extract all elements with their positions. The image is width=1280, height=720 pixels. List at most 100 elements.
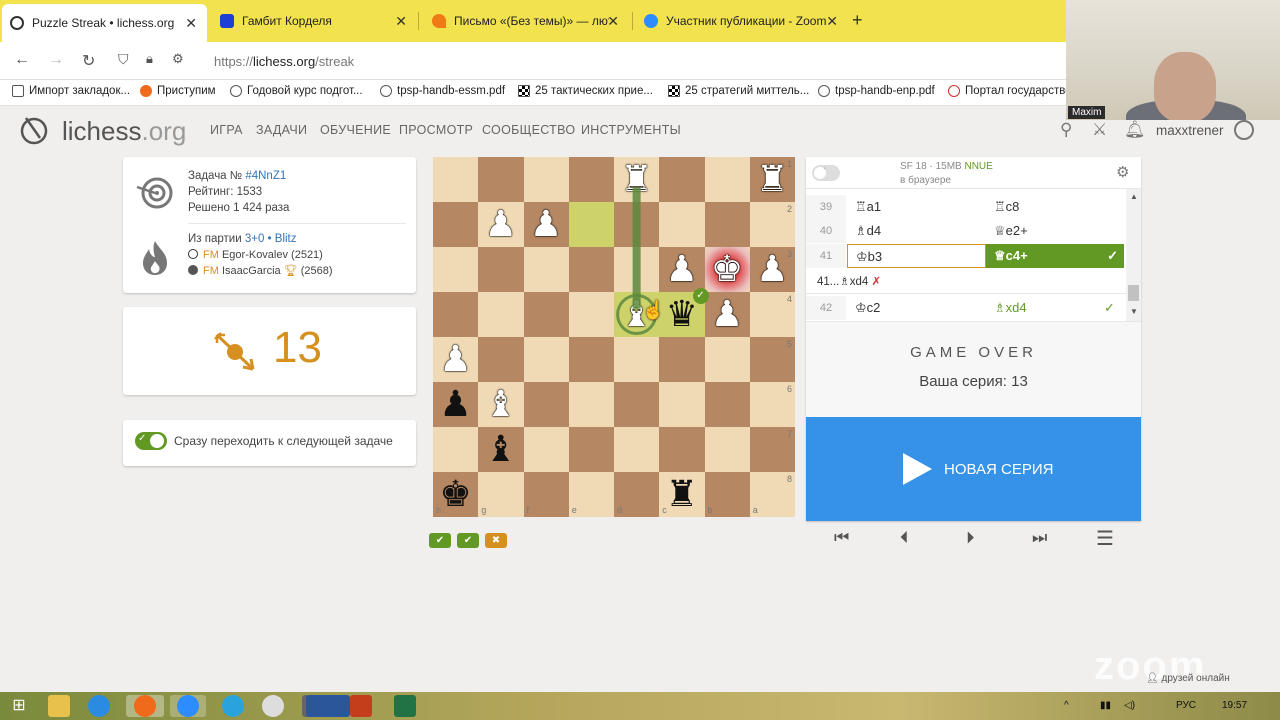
puzzle-id-link[interactable]: #4NnZ1 xyxy=(245,170,286,182)
lichess-logo-icon[interactable] xyxy=(18,114,50,146)
word-icon[interactable] xyxy=(306,695,350,717)
tab-gambit[interactable]: Гамбит Корделя ✕ xyxy=(212,6,417,36)
permissions-icon[interactable]: ⚙ xyxy=(172,51,184,67)
variation-move[interactable]: 41...♗xd4 ✗ xyxy=(817,270,881,294)
bookmark-item[interactable]: tpsp-handb-enp.pdf xyxy=(818,85,935,97)
move-black[interactable]: ♗xd4 xyxy=(994,296,1027,320)
bookmark-item[interactable]: Портал государстве xyxy=(948,85,1072,97)
new-tab-icon[interactable]: + xyxy=(852,10,863,31)
close-icon[interactable]: ✕ xyxy=(185,15,197,32)
edge-icon[interactable] xyxy=(88,695,110,717)
nav-community[interactable]: СООБЩЕСТВО xyxy=(482,123,575,137)
gear-icon[interactable]: ⚙ xyxy=(1116,163,1129,181)
logo-main: lichess xyxy=(62,116,142,146)
nav-puzzles[interactable]: ЗАДАЧИ xyxy=(256,123,307,137)
show-hidden-icons-icon[interactable]: ^ xyxy=(1064,700,1069,711)
close-icon[interactable]: ✕ xyxy=(607,13,619,30)
close-icon[interactable]: ✕ xyxy=(826,13,838,30)
lock-icon[interactable]: 🔒︎ xyxy=(146,51,153,67)
user-avatar-icon[interactable] xyxy=(1234,120,1254,140)
engine-name: SF 18 · 15MB xyxy=(900,161,962,172)
bookmark-item[interactable]: Приступим xyxy=(140,85,216,97)
url-path: /streak xyxy=(315,54,355,69)
nav-learn[interactable]: ОБУЧЕНИЕ xyxy=(320,123,391,137)
friends-online-text: 👤︎ друзей онлайн xyxy=(1146,673,1230,684)
move-black-correct[interactable]: ♕c4+ ✓ xyxy=(986,244,1124,268)
next-move-icon[interactable]: ⏵ xyxy=(966,528,975,548)
bookmark-item[interactable]: tpsp-handb-essm.pdf xyxy=(380,85,505,97)
excel-icon[interactable] xyxy=(394,695,416,717)
telegram-icon[interactable] xyxy=(222,695,244,717)
network-icon[interactable]: ▮▮ xyxy=(1100,700,1111,711)
site-logo[interactable]: lichess.org xyxy=(62,116,186,147)
new-streak-button[interactable]: НОВАЯ СЕРИЯ xyxy=(806,417,1141,521)
correct-move-badge-icon: ✓ xyxy=(692,288,709,304)
bookmark-label: 25 тактических прие... xyxy=(535,85,653,97)
firefox-taskbar-button[interactable] xyxy=(126,695,164,717)
friends-icon: 👤︎ xyxy=(1146,673,1159,684)
reload-icon[interactable]: ↻ xyxy=(82,51,95,71)
challenge-swords-icon[interactable]: ⚔ xyxy=(1092,120,1107,140)
move-white-current[interactable]: ♔b3 xyxy=(847,244,986,268)
volume-icon[interactable]: ◁) xyxy=(1124,700,1135,711)
move-list-scrollbar[interactable]: ▲ ▼ xyxy=(1126,189,1141,321)
check-icon: ✓ xyxy=(1104,300,1115,315)
chess-board[interactable]: 1 2 3 4 5 6 7 8 h g f e d c b a ♜ ♜ ♟ ♟ ♟ ♚ ♟ ♝ ♛ ♟ ♟ ♟ ♝ ♝ ♚ ♜ ✓ ☝ xyxy=(433,157,795,517)
bookmark-item[interactable]: Годовой курс подгот... xyxy=(230,85,363,97)
bookmark-item[interactable]: 25 тактических прие... xyxy=(518,85,653,97)
search-icon[interactable]: ⚲ xyxy=(1060,120,1072,140)
bookmark-label: Годовой курс подгот... xyxy=(247,85,363,97)
close-icon[interactable]: ✕ xyxy=(395,13,407,30)
move-black[interactable]: ♕e2+ xyxy=(994,219,1028,243)
tab-mail[interactable]: Письмо «(Без темы)» — люты ✕ xyxy=(424,6,629,36)
tab-zoom[interactable]: Участник публикации - Zoom ✕ xyxy=(636,6,848,36)
engine-toggle[interactable]: ✕ xyxy=(812,165,840,181)
windows-start-icon[interactable]: ⊞ xyxy=(8,695,30,717)
clock[interactable]: 19:57 xyxy=(1222,700,1247,711)
first-move-icon[interactable]: ⏮ xyxy=(834,528,849,548)
previous-move-icon[interactable]: ⏴ xyxy=(900,528,909,548)
white-player-line: FM Egor-Kovalev (2521) xyxy=(188,247,333,263)
forward-icon[interactable]: → xyxy=(48,51,64,69)
back-icon[interactable]: ← xyxy=(14,51,30,69)
shield-icon[interactable]: ⛉ xyxy=(118,51,129,68)
black-player[interactable]: IsaacGarcia xyxy=(222,265,281,277)
zoom-taskbar-button[interactable] xyxy=(170,695,206,717)
file-explorer-icon[interactable] xyxy=(48,695,70,717)
white-player[interactable]: Egor-Kovalev (2521) xyxy=(222,249,323,261)
language-indicator[interactable]: РУС xyxy=(1176,700,1196,711)
bookmark-item[interactable]: Импорт закладок... xyxy=(12,85,130,97)
tab-puzzle-streak[interactable]: Puzzle Streak • lichess.org ✕ xyxy=(2,4,207,42)
chess-app-icon[interactable] xyxy=(262,695,284,717)
hand-cursor-icon: ☝ xyxy=(642,300,665,320)
nav-tools[interactable]: ИНСТРУМЕНТЫ xyxy=(581,123,681,137)
move-white[interactable]: ♔c2 xyxy=(855,296,880,320)
time-control-link[interactable]: 3+0 xyxy=(245,233,265,245)
scroll-thumb[interactable] xyxy=(1128,285,1139,301)
user-menu[interactable]: maxxtrener xyxy=(1156,123,1224,138)
scroll-up-icon[interactable]: ▲ xyxy=(1130,192,1138,201)
address-bar: ← → ↻ ⛉ 🔒︎ ⚙ https://lichess.org/streak xyxy=(0,42,1066,80)
menu-icon[interactable]: ☰ xyxy=(1096,526,1114,551)
nav-play[interactable]: ИГРА xyxy=(210,123,243,137)
powerpoint-icon[interactable] xyxy=(350,695,372,717)
bell-icon[interactable]: 🔔︎ xyxy=(1124,120,1146,140)
bookmark-item[interactable]: 25 стратегий миттель... xyxy=(668,85,809,97)
divider xyxy=(188,223,406,224)
engine-bar: ✕ SF 18 · 15MB NNUE в браузере ⚙ xyxy=(806,157,1141,189)
puzzle-solved-count: Решено 1 424 раза xyxy=(188,202,290,214)
bookmark-label: 25 стратегий миттель... xyxy=(685,85,810,97)
scroll-down-icon[interactable]: ▼ xyxy=(1130,307,1138,316)
url-input[interactable]: https://lichess.org/streak xyxy=(214,54,354,69)
move-row-variation: 41...♗xd4 ✗ xyxy=(806,270,1126,294)
auto-next-toggle[interactable]: ✓ xyxy=(135,432,167,450)
speed-link[interactable]: • Blitz xyxy=(268,233,297,245)
browser-tab-bar: Puzzle Streak • lichess.org ✕ Гамбит Кор… xyxy=(0,0,1066,42)
move-white[interactable]: ♗d4 xyxy=(855,219,881,243)
nav-watch[interactable]: ПРОСМОТР xyxy=(399,123,473,137)
checker-icon xyxy=(668,85,680,97)
move-white[interactable]: ♖a1 xyxy=(855,195,881,219)
tab-title: Участник публикации - Zoom xyxy=(666,14,827,28)
last-move-icon[interactable]: ⏭ xyxy=(1032,528,1047,548)
move-black[interactable]: ♖c8 xyxy=(994,195,1019,219)
